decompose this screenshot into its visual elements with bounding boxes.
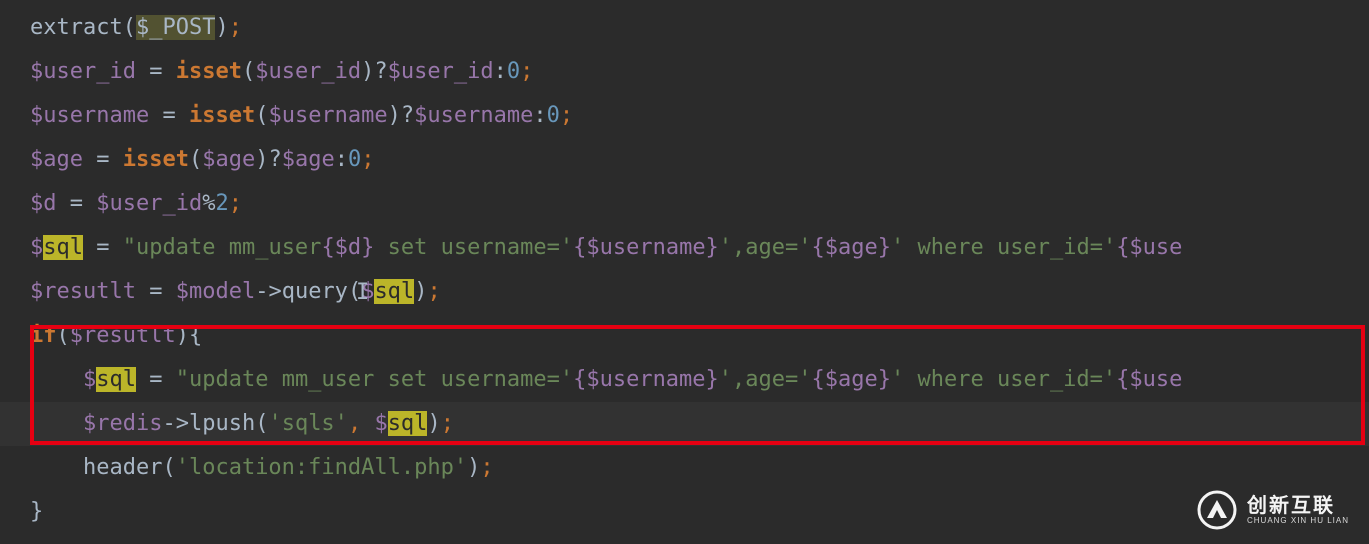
interp-age: {$age} — [812, 235, 891, 260]
interp-age: {$age} — [812, 367, 891, 392]
var-username: $username — [414, 103, 533, 128]
code-line: $sql = "update mm_user set username='{$u… — [0, 358, 1369, 402]
interp-username: {$username} — [573, 235, 719, 260]
var-resutlt: $resutlt — [30, 279, 136, 304]
var-user-id: $user_id — [96, 191, 202, 216]
fn-query: query — [282, 279, 348, 304]
string-sqls: 'sqls' — [268, 411, 347, 436]
code-line: $d = $user_id%2; — [0, 182, 1369, 226]
code-line: $redis->lpush('sqls', $sql); — [0, 402, 1369, 446]
code-editor[interactable]: extract($_POST); $user_id = isset($user_… — [0, 0, 1369, 544]
kw-if: if — [30, 323, 57, 348]
num-zero: 0 — [348, 147, 361, 172]
kw-isset: isset — [176, 59, 242, 84]
code-line: } — [0, 490, 1369, 534]
var-post: $_POST — [136, 15, 215, 40]
code-line: extract($_POST); — [0, 6, 1369, 50]
var-age: $age — [202, 147, 255, 172]
code-line: $sql = "update mm_user{$d} set username=… — [0, 226, 1369, 270]
fn-lpush: lpush — [189, 411, 255, 436]
interp-userid: {$use — [1116, 235, 1182, 260]
string-sql: "update mm_user — [123, 235, 322, 260]
var-username: $username — [268, 103, 387, 128]
string-sql: set username=' — [374, 235, 573, 260]
var-resutlt: $resutlt — [70, 323, 176, 348]
var-redis: $redis — [83, 411, 162, 436]
var-user-id: $user_id — [30, 59, 136, 84]
kw-isset: isset — [189, 103, 255, 128]
watermark: 创新互联 CHUANG XIN HU LIAN — [1197, 490, 1349, 530]
num-zero: 0 — [547, 103, 560, 128]
num-zero: 0 — [507, 59, 520, 84]
string-sql: ' where user_id=' — [891, 367, 1116, 392]
watermark-subtitle: CHUANG XIN HU LIAN — [1247, 516, 1349, 525]
interp-userid: {$use — [1116, 367, 1182, 392]
var-sql: $sql — [83, 367, 136, 392]
interp-d: {$d} — [321, 235, 374, 260]
string-sql: ',age=' — [719, 235, 812, 260]
code-line: $resutlt = $model->query($sql); — [0, 270, 1369, 314]
var-sql: $sql — [30, 235, 83, 260]
string-location: 'location:findAll.php' — [176, 455, 467, 480]
interp-username: {$username} — [573, 367, 719, 392]
var-age: $age — [282, 147, 335, 172]
var-username: $username — [30, 103, 149, 128]
code-line: $user_id = isset($user_id)?$user_id:0; — [0, 50, 1369, 94]
var-d: $d — [30, 191, 57, 216]
fn-extract: extract — [30, 15, 123, 40]
code-line: $age = isset($age)?$age:0; — [0, 138, 1369, 182]
fn-header: header — [83, 455, 162, 480]
text-cursor: I — [356, 280, 369, 305]
watermark-title: 创新互联 — [1247, 496, 1349, 516]
var-age: $age — [30, 147, 83, 172]
string-sql: ',age=' — [719, 367, 812, 392]
string-sql: "update mm_user set username=' — [176, 367, 573, 392]
string-sql: ' where user_id=' — [891, 235, 1116, 260]
code-line: if($resutlt){ — [0, 314, 1369, 358]
num-two: 2 — [215, 191, 228, 216]
logo-icon — [1197, 490, 1237, 530]
code-line: $username = isset($username)?$username:0… — [0, 94, 1369, 138]
kw-isset: isset — [123, 147, 189, 172]
var-sql: $sql — [374, 411, 427, 436]
var-user-id: $user_id — [388, 59, 494, 84]
var-user-id: $user_id — [255, 59, 361, 84]
var-model: $model — [176, 279, 255, 304]
code-line: header('location:findAll.php'); — [0, 446, 1369, 490]
